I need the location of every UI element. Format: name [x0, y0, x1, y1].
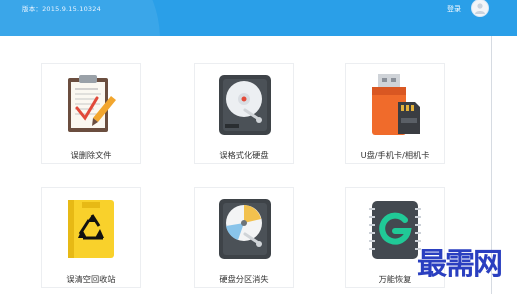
login-link[interactable]: 登录	[447, 4, 461, 14]
tile-label: 硬盘分区消失	[219, 274, 269, 284]
recycle-bin-icon	[68, 200, 114, 258]
app-window: 版本：2015.9.15.10324 登录 误删除文件 误格式化硬盘 U盘/手机…	[0, 0, 517, 294]
tile-label: U盘/手机卡/相机卡	[360, 150, 430, 160]
tile-deleted-files[interactable]: 误删除文件	[41, 63, 141, 164]
tile-formatted-disk[interactable]: 误格式化硬盘	[194, 63, 294, 164]
usb-sd-card-icon	[372, 74, 420, 135]
user-avatar[interactable]	[471, 0, 489, 17]
user-icon	[475, 3, 485, 14]
tile-label: 误删除文件	[70, 150, 112, 160]
tile-partition-lost[interactable]: 硬盘分区消失	[194, 187, 294, 288]
clipboard-document-icon	[68, 75, 116, 132]
site-watermark: 最需网	[417, 247, 503, 282]
version-text: 版本：2015.9.15.10324	[22, 5, 101, 13]
tile-removable-media[interactable]: U盘/手机卡/相机卡	[345, 63, 445, 164]
partition-disk-icon	[219, 199, 271, 259]
tile-recycle-bin[interactable]: 误清空回收站	[41, 187, 141, 288]
tile-label: 误格式化硬盘	[219, 150, 269, 160]
header-bar: 版本：2015.9.15.10324 登录	[0, 0, 517, 36]
tile-label: 误清空回收站	[66, 274, 116, 284]
hard-disk-icon	[219, 75, 271, 135]
universal-recovery-icon	[369, 201, 421, 259]
